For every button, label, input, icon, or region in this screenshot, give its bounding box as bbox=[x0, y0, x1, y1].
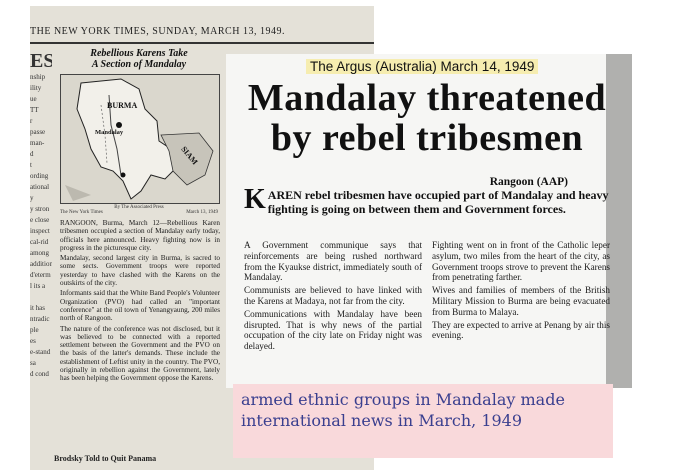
left-column-line: es bbox=[30, 337, 36, 345]
left-column-line: it has bbox=[30, 304, 45, 312]
drop-cap: K bbox=[244, 184, 266, 215]
headline-line-2: by rebel tribesmen bbox=[270, 117, 584, 159]
left-column-line: d bbox=[30, 150, 34, 158]
left-column-line: cal-rid bbox=[30, 238, 49, 246]
argus-headline: Mandalay threatened by rebel tribesmen bbox=[242, 78, 612, 158]
lead-text: AREN rebel tribesmen have occupied part … bbox=[267, 188, 609, 216]
headline-line-1: Mandalay threatened bbox=[247, 77, 607, 119]
left-column-line: r bbox=[30, 117, 33, 125]
argus-paragraph: Communists are believed to have linked w… bbox=[244, 285, 422, 306]
left-column-line: among bbox=[30, 249, 50, 257]
argus-column-2: Fighting went on in front of the Catholi… bbox=[432, 240, 610, 354]
argus-paragraph: Wives and families of members of the Bri… bbox=[432, 285, 610, 317]
nyt-story-column: Rebellious Karens Take A Section of Mand… bbox=[54, 48, 224, 468]
left-column-line: nship bbox=[30, 73, 46, 81]
left-column-line bbox=[30, 292, 52, 303]
left-column-line: l its a bbox=[30, 282, 46, 290]
map-label-burma: BURMA bbox=[107, 101, 138, 110]
left-column-line: passe bbox=[30, 128, 46, 136]
argus-paragraph: Fighting went on in front of the Catholi… bbox=[432, 240, 610, 283]
caption-box: armed ethnic groups in Mandalay made int… bbox=[233, 384, 613, 458]
argus-paragraph: Communications with Mandalay have been d… bbox=[244, 308, 422, 352]
source-label: The Argus (Australia) March 14, 1949 bbox=[306, 59, 539, 74]
map-headline-2: A Section of Mandalay bbox=[91, 59, 187, 70]
left-column-line: e-stand bbox=[30, 348, 51, 356]
left-column-line: e close bbox=[30, 216, 50, 224]
left-column-line: t bbox=[30, 161, 32, 169]
left-column-line: d'eterm bbox=[30, 271, 51, 279]
caption-text: armed ethnic groups in Mandalay made int… bbox=[241, 390, 565, 430]
nyt-paragraph: Informants said that the White Band Peop… bbox=[60, 289, 220, 323]
map-headline-1: Rebellious Karens Take bbox=[90, 48, 188, 59]
masthead-rule bbox=[30, 42, 374, 44]
left-column-line: inspect bbox=[30, 227, 50, 235]
left-column-line: y bbox=[30, 194, 34, 202]
argus-paragraph: They are expected to arrive at Penang by… bbox=[432, 319, 610, 341]
argus-clipping: The Argus (Australia) March 14, 1949 Man… bbox=[226, 54, 632, 388]
nyt-paragraph: RANGOON, Burma, March 12—Rebellious Kare… bbox=[60, 219, 220, 252]
left-column-line: d cond bbox=[30, 370, 49, 378]
left-column-line: ational bbox=[30, 183, 50, 191]
nyt-paragraph: The nature of the conference was not dis… bbox=[60, 324, 220, 383]
left-column-line: man- bbox=[30, 139, 45, 147]
nyt-bottom-headline: Brodsky Told to Quit Panama bbox=[54, 454, 157, 463]
map-caption-left: The New York Times bbox=[60, 210, 103, 215]
argus-paragraph: A Government communique says that reinfo… bbox=[244, 240, 422, 283]
burma-map: BURMA Mandalay SIAM bbox=[60, 74, 220, 204]
left-column-line: ntradic bbox=[30, 315, 50, 323]
left-column-line: ple bbox=[30, 326, 39, 334]
left-column-line: TT bbox=[30, 106, 39, 114]
left-column-line: ility bbox=[30, 84, 42, 92]
map-caption-right: March 13, 1949 bbox=[186, 210, 218, 215]
dateline: Rangoon (AAP) bbox=[489, 176, 568, 188]
left-column-line: ording bbox=[30, 172, 49, 180]
argus-column-1: A Government communique says that reinfo… bbox=[244, 240, 422, 354]
lead-paragraph: K AREN rebel tribesmen have occupied par… bbox=[244, 184, 610, 217]
map-graphic bbox=[61, 75, 219, 203]
left-column-line: sa bbox=[30, 359, 36, 367]
left-column-fragment: ESSnship ility ue TT r passe man-dt ording ation… bbox=[30, 50, 52, 450]
nyt-paragraph: Mandalay, second largest city in Burma, … bbox=[60, 254, 220, 288]
left-column-line: ESS bbox=[30, 50, 52, 72]
left-column-line: addition bbox=[30, 260, 52, 268]
map-label-mandalay: Mandalay bbox=[95, 129, 124, 136]
left-column-line: y stron bbox=[30, 205, 50, 213]
argus-body: A Government communique says that reinfo… bbox=[244, 240, 610, 354]
nyt-story-text: RANGOON, Burma, March 12—Rebellious Kare… bbox=[54, 215, 224, 383]
left-column-line: ue bbox=[30, 95, 37, 103]
